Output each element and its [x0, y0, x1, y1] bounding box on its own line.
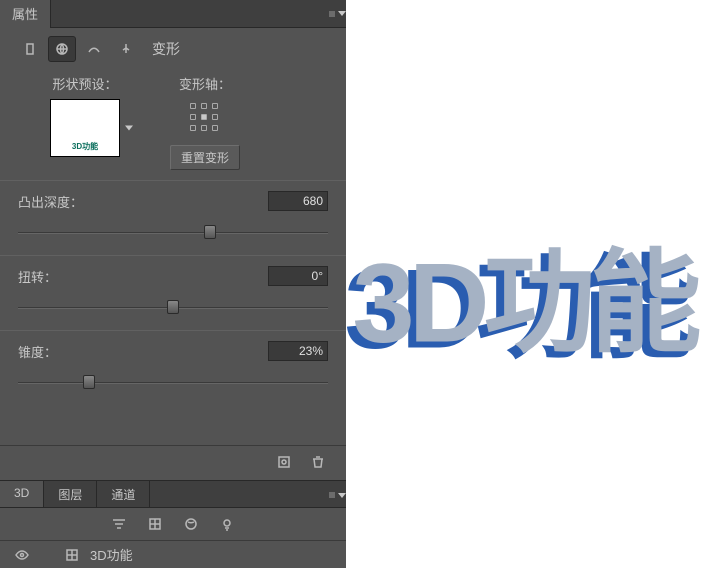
layer-row[interactable]: 3D功能: [0, 541, 346, 568]
depth-label: 凸出深度：: [18, 192, 83, 211]
eye-icon: [14, 547, 30, 563]
mesh-icon: [22, 41, 38, 57]
panel-footer: [0, 445, 346, 480]
3d-filter-toolbar: [0, 508, 346, 541]
tool-cap[interactable]: [80, 36, 108, 62]
twist-input[interactable]: [268, 266, 328, 286]
transform-toolbar: 变形: [0, 28, 346, 70]
toolbar-label: 变形: [152, 39, 180, 59]
axis-label: 变形轴：: [179, 74, 231, 93]
sub-panel-tabs: 3D 图层 通道: [0, 480, 346, 508]
mesh-layer-icon: [64, 547, 80, 563]
filter-scene-button[interactable]: [111, 516, 127, 532]
taper-input[interactable]: [268, 341, 328, 361]
depth-slider[interactable]: [18, 225, 328, 241]
twist-slider[interactable]: [18, 300, 328, 316]
tab-3d[interactable]: 3D: [0, 481, 44, 507]
reset-deform-button[interactable]: 重置变形: [170, 145, 240, 170]
canvas-preview: 3D功能: [346, 0, 702, 568]
preset-label: 形状预设：: [52, 74, 117, 93]
globe-icon: [54, 41, 70, 57]
tab-layers[interactable]: 图层: [44, 481, 97, 507]
render-button[interactable]: [276, 454, 292, 470]
cap-icon: [86, 41, 102, 57]
trash-icon: [310, 454, 326, 470]
slider-thumb[interactable]: [83, 375, 95, 389]
slider-thumb[interactable]: [204, 225, 216, 239]
panel-header: 属性: [0, 0, 346, 28]
filter-material-button[interactable]: [183, 516, 199, 532]
deform-axis-picker[interactable]: [190, 103, 220, 133]
menu-icon: [328, 487, 336, 503]
layer-name[interactable]: 3D功能: [90, 545, 133, 564]
filter-light-button[interactable]: [219, 516, 235, 532]
filter-scene-icon: [111, 516, 127, 532]
filter-material-icon: [183, 516, 199, 532]
slider-thumb[interactable]: [167, 300, 179, 314]
menu-icon: [328, 6, 336, 22]
3d-text-object: 3D功能: [352, 213, 695, 375]
visibility-toggle[interactable]: [10, 547, 34, 563]
preset-thumb-text: 3D功能: [72, 141, 98, 152]
tool-deform[interactable]: [48, 36, 76, 62]
panel-title-tab[interactable]: 属性: [0, 0, 51, 28]
tab-channels[interactable]: 通道: [97, 481, 150, 507]
caret-down-icon: [125, 126, 133, 131]
filter-mesh-button[interactable]: [147, 516, 163, 532]
depth-input[interactable]: [268, 191, 328, 211]
tool-scene[interactable]: [112, 36, 140, 62]
twist-label: 扭转：: [18, 267, 57, 286]
scene-icon: [118, 41, 134, 57]
delete-button[interactable]: [310, 454, 326, 470]
tool-mesh[interactable]: [16, 36, 44, 62]
filter-light-icon: [219, 516, 235, 532]
caret-down-icon: [338, 11, 346, 16]
taper-slider[interactable]: [18, 375, 328, 391]
taper-label: 锥度：: [18, 342, 57, 361]
filter-mesh-icon: [147, 516, 163, 532]
sub-panel-menu-button[interactable]: [328, 481, 346, 509]
caret-down-icon: [338, 493, 346, 498]
render-icon: [276, 454, 292, 470]
shape-preset-dropdown[interactable]: 3D功能: [50, 99, 120, 157]
layer-type-icon-wrap: [64, 547, 80, 563]
panel-menu-button[interactable]: [328, 0, 346, 28]
